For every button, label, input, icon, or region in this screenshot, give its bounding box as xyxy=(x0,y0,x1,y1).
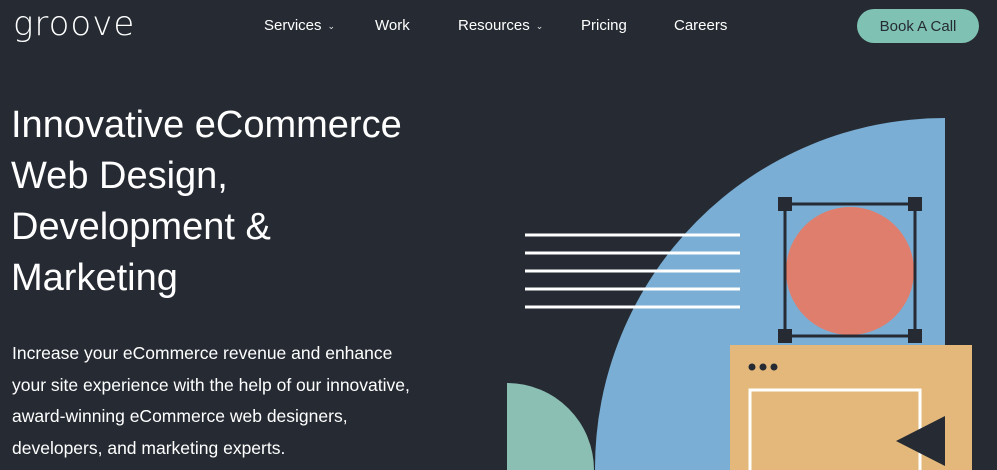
groove-logo[interactable]: groove xyxy=(13,4,135,44)
nav-item-pricing[interactable]: Pricing xyxy=(581,17,627,34)
nav-item-resources[interactable]: Resources ⌄ xyxy=(458,17,543,34)
nav-item-label: Services xyxy=(264,17,322,34)
nav-item-careers[interactable]: Careers xyxy=(674,17,727,34)
nav-item-label: Resources xyxy=(458,17,530,34)
nav-item-label: Careers xyxy=(674,17,728,34)
chevron-down-icon: ⌄ xyxy=(327,21,336,31)
coral-circle xyxy=(786,207,914,335)
hero-title: Innovative eCommerce Web Design, Develop… xyxy=(11,104,402,299)
chevron-down-icon: ⌄ xyxy=(535,21,544,31)
nav-item-services[interactable]: Services ⌄ xyxy=(264,17,335,34)
browser-window-icon xyxy=(730,345,972,470)
book-a-call-button[interactable]: Book A Call xyxy=(857,9,979,43)
nav-item-work[interactable]: Work xyxy=(375,17,410,34)
teal-arc-shape xyxy=(507,383,594,470)
hero-illustration xyxy=(507,117,972,470)
nav-item-label: Pricing xyxy=(581,17,627,34)
nav-item-label: Work xyxy=(375,17,410,34)
hero-subtitle: Increase your eCommerce revenue and enha… xyxy=(12,343,410,458)
